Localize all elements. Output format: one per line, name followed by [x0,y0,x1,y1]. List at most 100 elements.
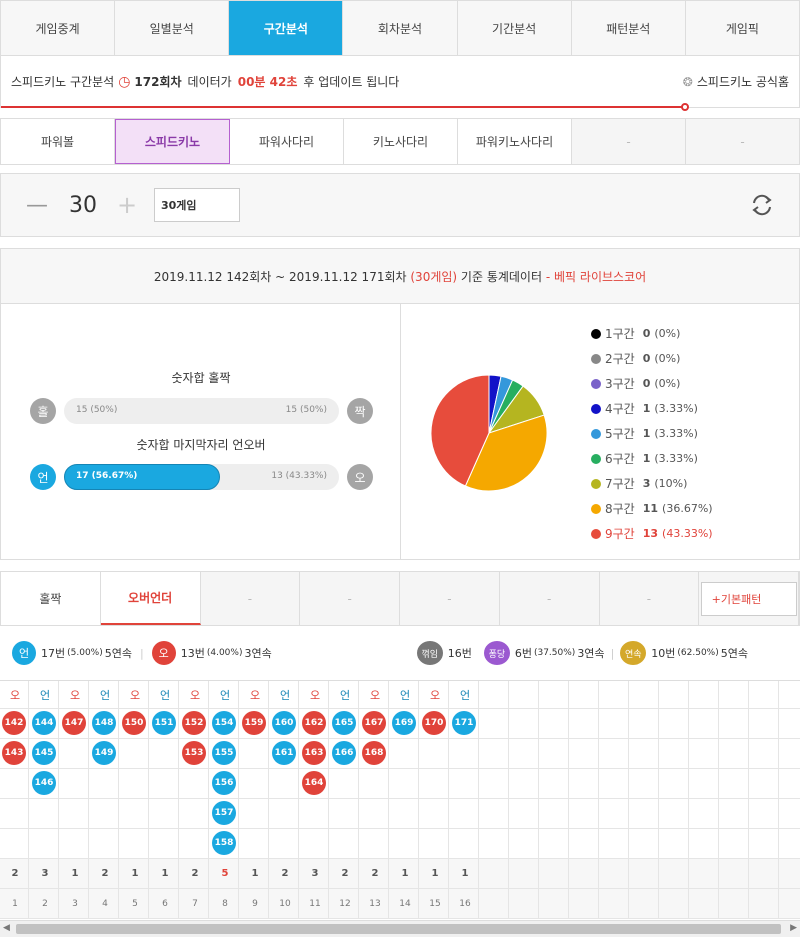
game-tab-2[interactable]: 스피드키노 [115,119,230,164]
column-count: 1 [131,868,139,879]
round-ball[interactable]: 166 [332,741,356,765]
round-ball[interactable]: 144 [32,711,56,735]
column-index: 1 [12,899,18,909]
horizontal-scrollbar[interactable]: ◀ ▶ [0,920,800,937]
round-ball[interactable]: 156 [212,771,236,795]
game-tab-6[interactable]: - [572,119,686,164]
column-header: 언 [159,689,171,702]
game-count-select[interactable]: 30게임 [154,188,240,222]
pattern-tab-3[interactable]: - [200,572,301,625]
game-tab-1[interactable]: 파워볼 [1,119,115,164]
round-ball[interactable]: 154 [212,711,236,735]
pattern-tab-2[interactable]: 오버언더 [100,572,201,625]
minus-button[interactable]: — [26,193,51,218]
pattern-tabs: 홀짝 오버언더 - - - - - +기본패턴 [0,571,800,626]
over-streak: 3연속 [244,647,272,660]
grid-cell [29,799,59,829]
pattern-tab-6[interactable]: - [499,572,600,625]
pattern-tab-4[interactable]: - [300,572,400,625]
round-ball[interactable]: 153 [182,741,206,765]
legend-item-5: 5구간 1 (3.33%) [591,425,698,442]
oddeven-label: 숫자합 홀짝 [171,371,231,385]
round-ball[interactable]: 150 [122,711,146,735]
main-tab-7[interactable]: 게임픽 [686,1,799,55]
scroll-left-icon[interactable]: ◀ [3,923,10,933]
grid-cell [749,829,779,859]
grid-cell [89,769,119,799]
legend-swatch [591,478,601,489]
game-tab-3[interactable]: 파워사다리 [230,119,344,164]
round-ball[interactable]: 158 [212,831,236,855]
round-ball[interactable]: 147 [62,711,86,735]
round-ball[interactable]: 169 [392,711,416,735]
over-pct: (4.00%) [206,648,243,658]
pong-streak: 3연속 [577,647,605,660]
grid-cell [749,769,779,799]
official-home-link[interactable]: ❂ 스피드키노 공식홈 [683,73,789,90]
plus-button[interactable]: + [117,191,142,219]
column-count: 1 [251,868,259,879]
grid-cell [89,829,119,859]
round-ball[interactable]: 151 [152,711,176,735]
pattern-tab-7[interactable]: - [599,572,700,625]
legend-pct: (0%) [654,327,681,340]
game-tab-5[interactable]: 파워키노사다리 [458,119,572,164]
grid-cell [569,889,599,919]
round-ball[interactable]: 164 [302,771,326,795]
scroll-thumb[interactable] [16,924,781,934]
grid-cell [509,739,539,769]
over-badge: 오 [347,464,373,490]
round-ball[interactable]: 170 [422,711,446,735]
round-ball[interactable]: 142 [2,711,26,735]
grid-cell [689,739,719,769]
round-ball[interactable]: 161 [272,741,296,765]
grid-cell [719,829,749,859]
main-tab-1[interactable]: 게임중계 [1,1,116,55]
grid-cell [29,829,59,859]
main-tab-6[interactable]: 패턴분석 [572,1,686,55]
round-ball[interactable]: 155 [212,741,236,765]
round-ball[interactable]: 167 [362,711,386,735]
round-ball[interactable]: 149 [92,741,116,765]
legend-value: 13 [642,527,659,540]
stat-range: 2019.11.12 142회차 ~ 2019.11.12 171회차 [153,269,407,284]
streak-streak: 5연속 [720,647,748,660]
scroll-right-icon[interactable]: ▶ [790,923,797,933]
round-ball[interactable]: 162 [302,711,326,735]
round-ball[interactable]: 146 [32,771,56,795]
round-ball[interactable]: 159 [242,711,266,735]
pattern-grid[interactable]: 오 142 143 2 1 언 144 145 146 3 2 오 147 1 3 언 148 149 2 4 오 150… [0,680,800,920]
grid-cell [689,859,719,889]
round-ball[interactable]: 168 [362,741,386,765]
legend-name: 4구간 [605,402,635,416]
round-ball[interactable]: 145 [32,741,56,765]
refresh-icon[interactable] [749,192,775,218]
odd-value: 15 (50%) [76,405,118,415]
grid-cell [539,681,569,709]
main-tab-3[interactable]: 구간분석 [229,1,344,55]
progress-dot [681,103,689,111]
round-ball[interactable]: 163 [302,741,326,765]
round-ball[interactable]: 171 [452,711,476,735]
main-tab-4[interactable]: 회차분석 [343,1,458,55]
round-ball[interactable]: 143 [2,741,26,765]
round-ball[interactable]: 152 [182,711,206,735]
pattern-tab-1[interactable]: 홀짝 [1,572,101,625]
legend-item-2: 2구간 0 (0%) [591,350,680,367]
grid-cell [629,769,659,799]
round-ball[interactable]: 157 [212,801,236,825]
round-ball[interactable]: 160 [272,711,296,735]
game-tab-4[interactable]: 키노사다리 [344,119,458,164]
count-value: 30 [69,192,97,218]
main-tab-2[interactable]: 일별분석 [115,1,230,55]
grid-cell [749,681,779,709]
round-ball[interactable]: 165 [332,711,356,735]
basic-pattern-button[interactable]: +기본패턴 [699,572,799,625]
pattern-tab-5[interactable]: - [400,572,500,625]
grid-cell [779,709,800,739]
grid-cell [569,859,599,889]
column-count: 2 [371,868,379,879]
round-ball[interactable]: 148 [92,711,116,735]
main-tab-5[interactable]: 기간분석 [458,1,572,55]
game-tab-7[interactable]: - [686,119,799,164]
